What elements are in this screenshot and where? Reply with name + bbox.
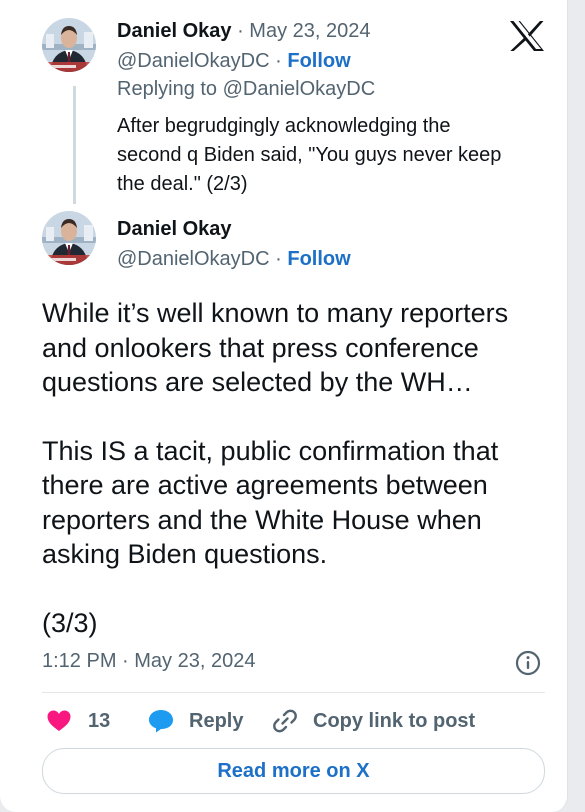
- thread-connector: [73, 86, 76, 204]
- separator-dot: ·: [231, 20, 250, 42]
- like-count: 13: [88, 709, 111, 732]
- reply-text: After begrudgingly acknowledging the sec…: [117, 112, 537, 199]
- post-text-line: asking Biden questions.: [42, 539, 328, 569]
- post-text-line: there are active agreements between: [42, 470, 488, 500]
- copy-link-label: Copy link to post: [313, 709, 476, 732]
- divider: [42, 692, 545, 693]
- speech-bubble-icon: [149, 710, 173, 733]
- copy-link-button[interactable]: Copy link to post: [271, 704, 475, 738]
- reply-author-line: Daniel Okay · May 23, 2024: [117, 20, 371, 43]
- post-actions-bar: 13 Reply Copy link to post: [42, 704, 545, 738]
- post-text-line: This IS a tacit, public confirmation tha…: [42, 435, 499, 466]
- read-more-button[interactable]: Read more on X: [42, 748, 545, 794]
- post-body: While it’s well known to many reporters …: [42, 296, 547, 640]
- post-text-line: While it’s well known to many reporters: [42, 298, 509, 328]
- post-timestamp[interactable]: 1:12 PM · May 23, 2024: [42, 650, 255, 673]
- reply-author-handle[interactable]: @DanielOkayDC: [117, 50, 270, 72]
- separator-dot: ·: [269, 248, 288, 270]
- x-logo-icon[interactable]: [509, 20, 545, 52]
- reply-text-line: After begrudgingly acknowledging the: [117, 115, 451, 137]
- reply-author-name[interactable]: Daniel Okay: [117, 20, 232, 42]
- post-text-line: and onlookers that press conference: [42, 332, 479, 363]
- info-icon[interactable]: [515, 650, 541, 676]
- author-avatar[interactable]: [42, 18, 96, 72]
- reply-text-line: second q Biden said, "You guys never kee…: [117, 144, 502, 166]
- separator-dot: ·: [269, 50, 288, 72]
- post-text-line: questions are selected by the WH…: [42, 367, 473, 397]
- post-author-name[interactable]: Daniel Okay: [117, 218, 232, 241]
- link-icon: [273, 709, 297, 733]
- like-button[interactable]: 13: [46, 704, 110, 738]
- post-follow-button[interactable]: Follow: [287, 248, 350, 270]
- reply-follow-button[interactable]: Follow: [287, 50, 350, 72]
- reply-date[interactable]: May 23, 2024: [249, 20, 370, 42]
- embedded-post-card: Daniel Okay · May 23, 2024 @DanielOkayDC…: [0, 0, 568, 812]
- post-author-handle[interactable]: @DanielOkayDC: [117, 248, 270, 270]
- reply-label: Reply: [189, 709, 244, 732]
- post-handle-line: @DanielOkayDC · Follow: [117, 248, 351, 271]
- reply-button[interactable]: Reply: [147, 704, 243, 738]
- replying-to-label[interactable]: Replying to @DanielOkayDC: [117, 78, 375, 101]
- heart-icon: [47, 710, 71, 731]
- reply-text-line: the deal." (2/3): [117, 173, 248, 195]
- post-text-line: (3/3): [42, 607, 98, 638]
- post-text-line: reporters and the White House when: [42, 504, 482, 535]
- author-avatar[interactable]: [42, 211, 96, 265]
- reply-handle-line: @DanielOkayDC · Follow: [117, 50, 351, 73]
